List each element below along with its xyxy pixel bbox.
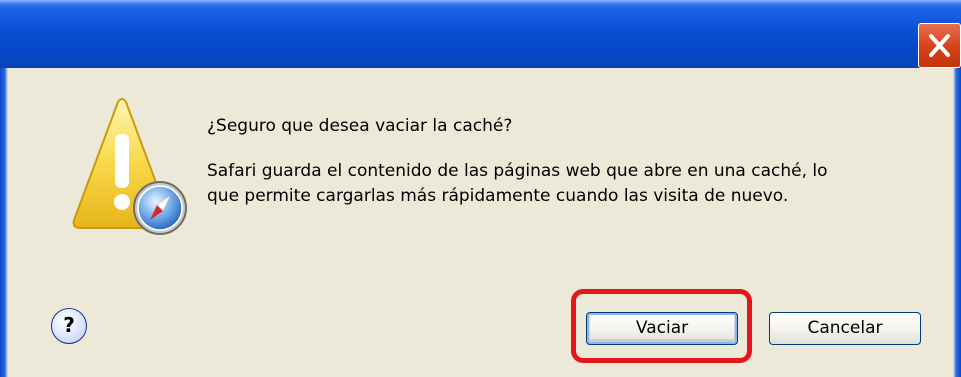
- cancelar-button[interactable]: Cancelar: [769, 312, 921, 345]
- close-button[interactable]: [918, 23, 961, 68]
- cancelar-button-label: Cancelar: [807, 318, 883, 338]
- dialog-body-line-1: Safari guarda el contenido de las página…: [207, 161, 828, 181]
- clear-cache-dialog: ¿Seguro que desea vaciar la caché? Safar…: [0, 0, 961, 377]
- title-bar[interactable]: [0, 0, 961, 68]
- dialog-body-line-2: que permite cargarlas más rápidamente cu…: [207, 186, 789, 206]
- vaciar-button[interactable]: Vaciar: [586, 312, 738, 345]
- help-label: ?: [63, 313, 75, 337]
- close-icon: [929, 34, 950, 57]
- help-button[interactable]: ?: [51, 308, 87, 344]
- vaciar-button-label: Vaciar: [635, 318, 689, 338]
- dialog-headline: ¿Seguro que desea vaciar la caché?: [207, 116, 513, 136]
- window-frame-right: [953, 68, 961, 377]
- window-frame-left: [0, 68, 8, 377]
- warning-safari-icon: [72, 98, 187, 235]
